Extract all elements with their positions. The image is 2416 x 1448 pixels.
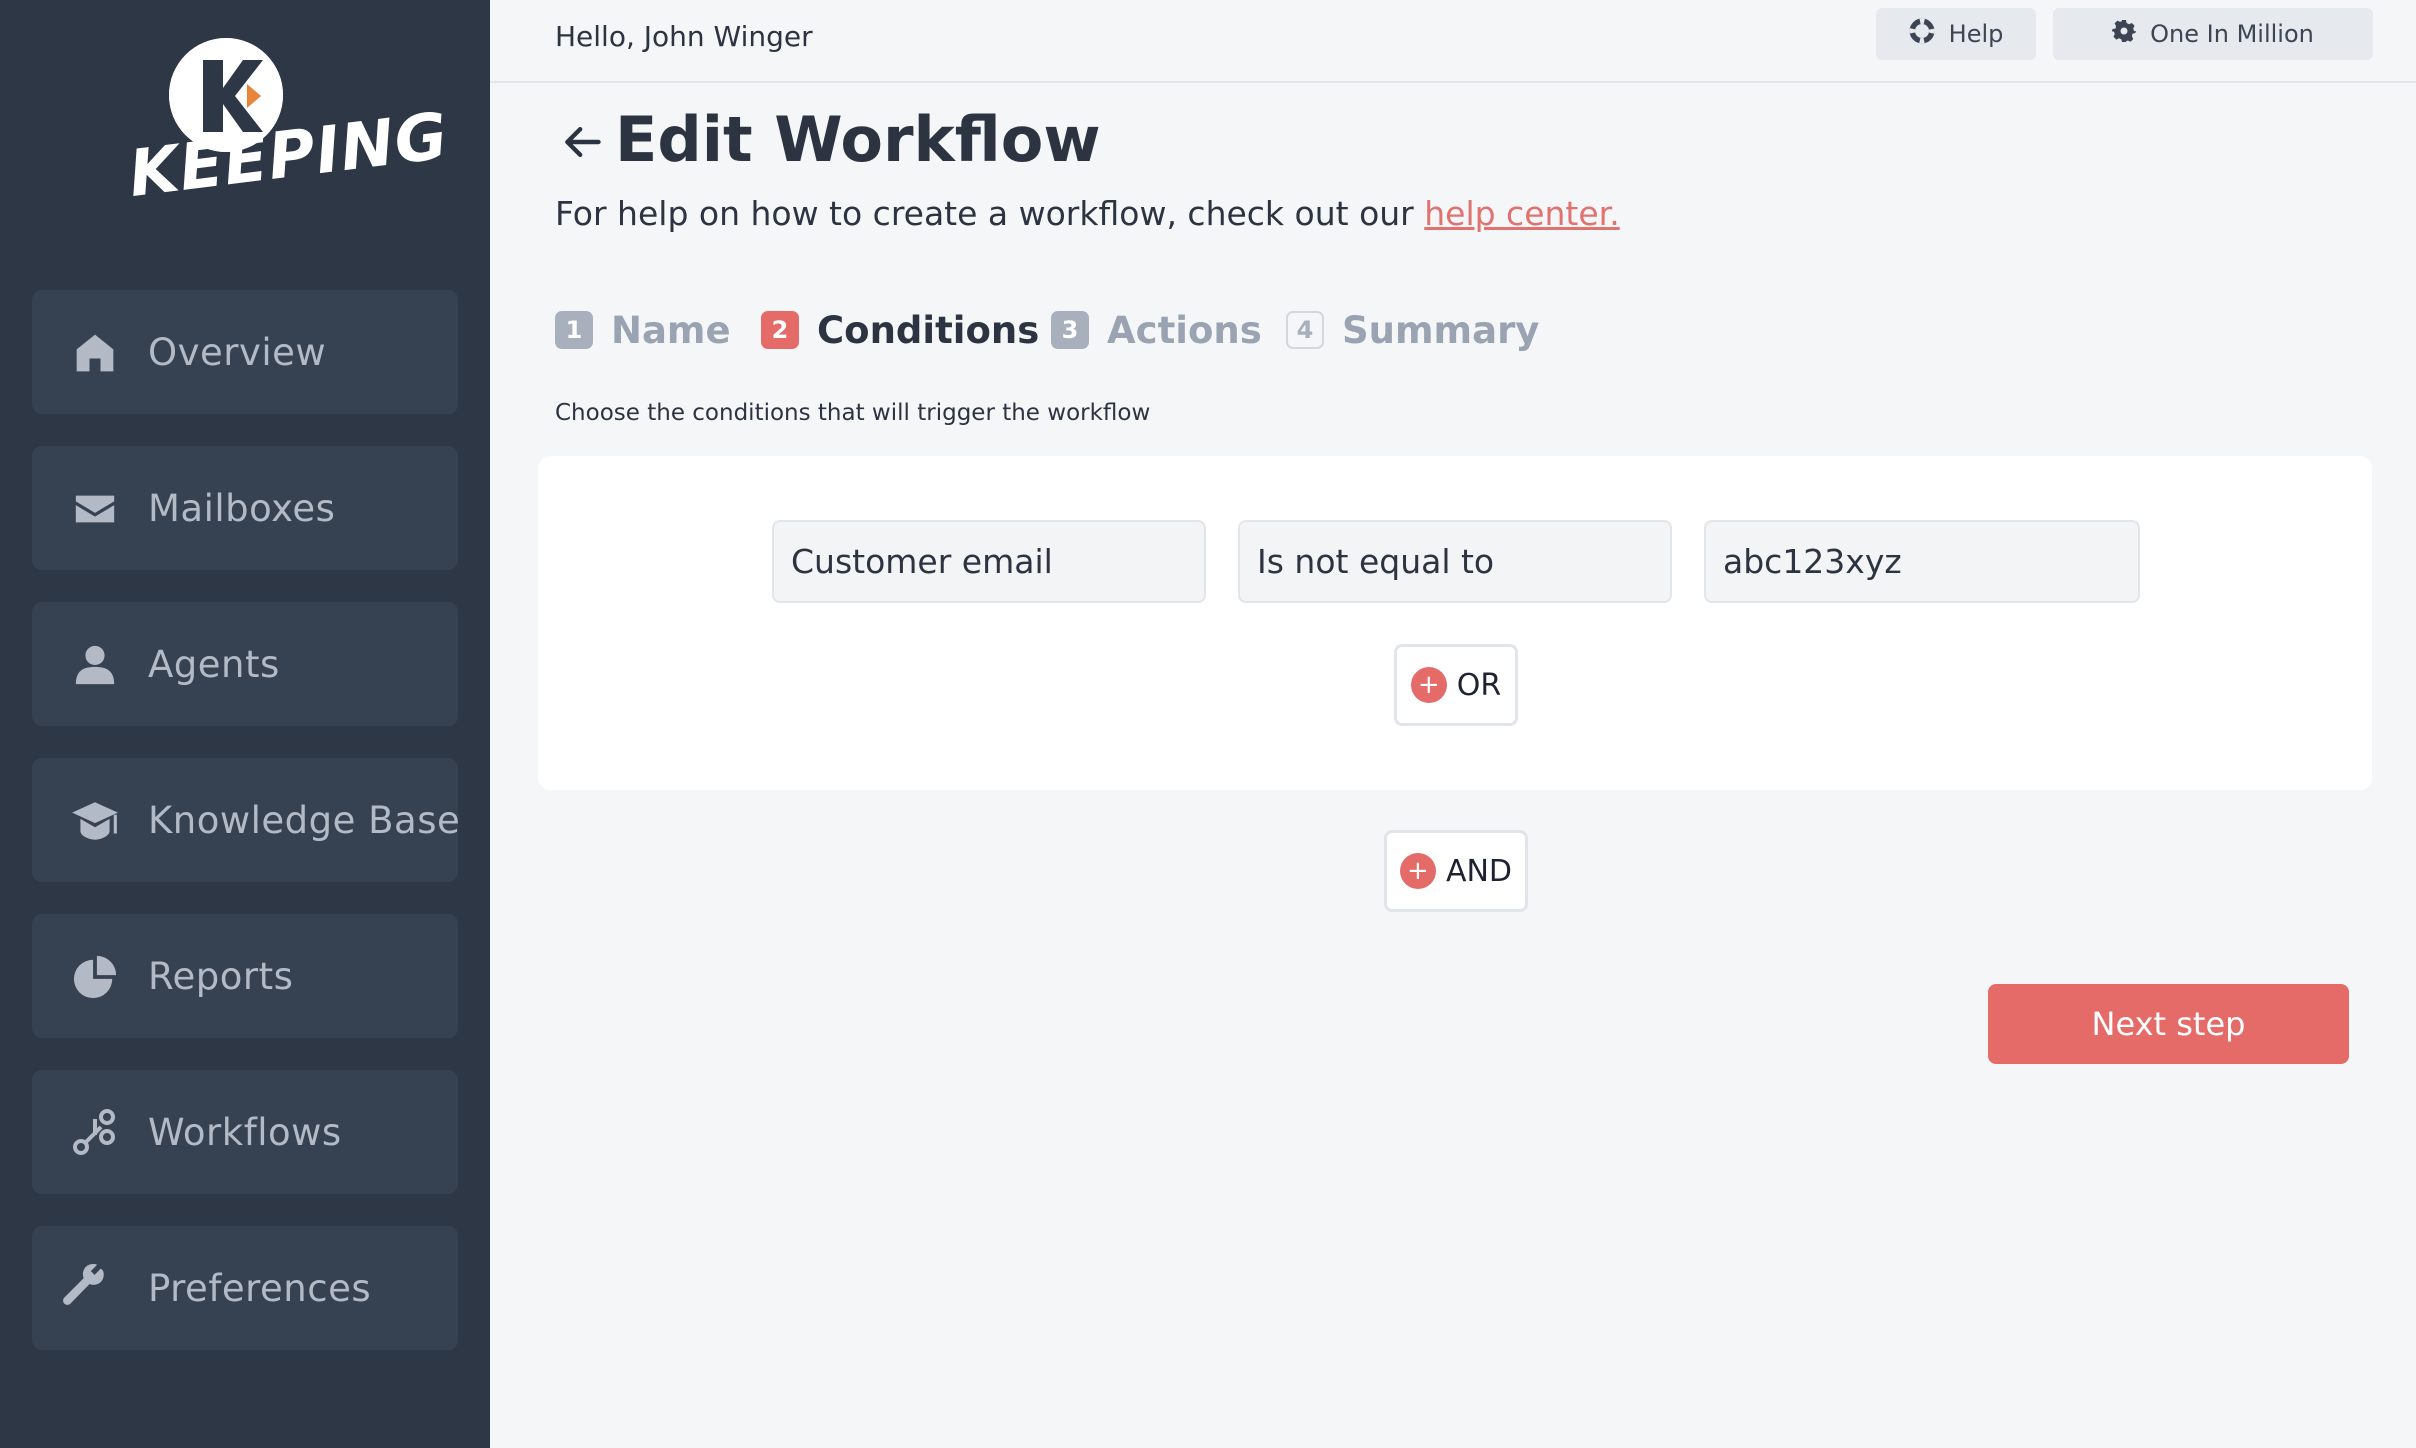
step-actions[interactable]: 3 Actions bbox=[1051, 306, 1262, 354]
step-number: 1 bbox=[555, 311, 593, 349]
sidebar-item-mailboxes[interactable]: Mailboxes bbox=[32, 446, 458, 570]
sidebar-item-agents[interactable]: Agents bbox=[32, 602, 458, 726]
step-conditions[interactable]: 2 Conditions bbox=[761, 306, 1039, 354]
help-center-link[interactable]: help center. bbox=[1424, 194, 1619, 233]
sidebar-item-overview[interactable]: Overview bbox=[32, 290, 458, 414]
condition-value-input[interactable]: abc123xyz bbox=[1704, 520, 2140, 603]
and-label: AND bbox=[1445, 853, 1513, 889]
sidebar: KEEPING Overview Mailboxes Agents Knowle… bbox=[0, 0, 490, 1448]
back-arrow-icon[interactable] bbox=[560, 120, 606, 166]
condition-operator-select[interactable]: Is not equal to bbox=[1238, 520, 1672, 603]
gear-icon bbox=[2111, 19, 2138, 49]
account-label: One In Million bbox=[2150, 20, 2314, 48]
help-text-prefix: For help on how to create a workflow, ch… bbox=[555, 194, 1425, 233]
sidebar-item-label: Mailboxes bbox=[148, 486, 336, 530]
pie-chart-icon bbox=[70, 952, 120, 1002]
sidebar-item-label: Reports bbox=[148, 954, 294, 998]
add-and-button[interactable]: + AND bbox=[1384, 830, 1528, 912]
condition-field-select[interactable]: Customer email bbox=[772, 520, 1206, 603]
envelope-icon bbox=[70, 484, 120, 534]
step-label: Conditions bbox=[817, 308, 1040, 352]
sidebar-item-workflows[interactable]: Workflows bbox=[32, 1070, 458, 1194]
help-text: For help on how to create a workflow, ch… bbox=[555, 194, 1620, 233]
page-title: Edit Workflow bbox=[615, 103, 1101, 176]
help-label: Help bbox=[1948, 20, 2004, 48]
sidebar-item-label: Workflows bbox=[148, 1110, 342, 1154]
plus-icon: + bbox=[1399, 853, 1436, 889]
next-step-button[interactable]: Next step bbox=[1988, 984, 2349, 1064]
sidebar-item-preferences[interactable]: Preferences bbox=[32, 1226, 458, 1350]
graduation-cap-icon bbox=[70, 796, 120, 846]
step-number: 4 bbox=[1286, 311, 1324, 349]
step-number: 2 bbox=[761, 311, 799, 349]
sidebar-item-label: Agents bbox=[148, 642, 280, 686]
sidebar-item-label: Preferences bbox=[148, 1266, 372, 1310]
greeting-text: Hello, John Winger bbox=[555, 20, 813, 53]
plus-icon: + bbox=[1410, 667, 1447, 703]
wrench-icon bbox=[60, 1264, 110, 1314]
condition-group-card bbox=[538, 456, 2372, 790]
step-label: Name bbox=[611, 308, 731, 352]
keeping-logo[interactable]: KEEPING bbox=[125, 38, 452, 238]
help-button[interactable]: Help bbox=[1876, 8, 2036, 60]
or-label: OR bbox=[1456, 667, 1502, 703]
user-icon bbox=[70, 640, 120, 690]
add-or-button[interactable]: + OR bbox=[1394, 644, 1518, 726]
step-label: Actions bbox=[1107, 308, 1262, 352]
sidebar-item-knowledge-base[interactable]: Knowledge Base bbox=[32, 758, 461, 882]
sidebar-item-reports[interactable]: Reports bbox=[32, 914, 458, 1038]
account-button[interactable]: One In Million bbox=[2053, 8, 2373, 60]
conditions-intro: Choose the conditions that will trigger … bbox=[555, 400, 1151, 426]
top-bar: Hello, John Winger Help One In Million bbox=[490, 0, 2416, 83]
workflow-icon bbox=[70, 1108, 120, 1158]
sidebar-item-label: Overview bbox=[148, 330, 327, 374]
home-icon bbox=[70, 328, 120, 378]
step-number: 3 bbox=[1051, 311, 1089, 349]
lifebuoy-icon bbox=[1909, 18, 1935, 50]
sidebar-item-label: Knowledge Base bbox=[148, 798, 461, 842]
step-name[interactable]: 1 Name bbox=[555, 306, 731, 354]
step-label: Summary bbox=[1342, 308, 1540, 352]
step-summary[interactable]: 4 Summary bbox=[1286, 306, 1539, 354]
